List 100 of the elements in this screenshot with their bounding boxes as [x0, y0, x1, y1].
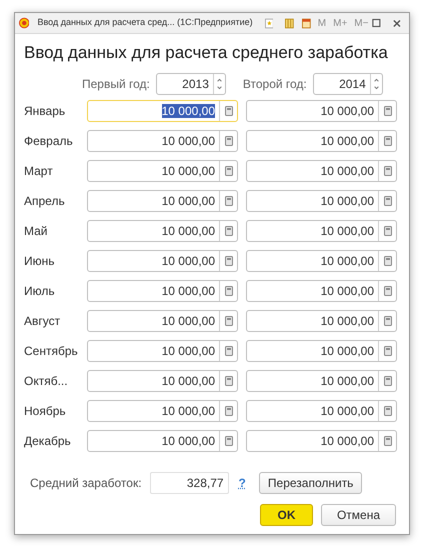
- month-label: Декабрь: [24, 433, 72, 450]
- calculator-icon[interactable]: [224, 376, 232, 386]
- calculator-icon[interactable]: [224, 346, 232, 356]
- amount-value: 10 000,00: [320, 164, 374, 178]
- amount-value: 10 000,00: [162, 344, 215, 358]
- calculator-icon[interactable]: [384, 106, 392, 116]
- year-label: Второй год:: [242, 76, 307, 93]
- table-icon[interactable]: [285, 18, 294, 28]
- calculator-icon[interactable]: [384, 406, 392, 416]
- calculator-icon[interactable]: [384, 196, 392, 206]
- amount-value: 10 000,00: [320, 404, 374, 418]
- amount-value: 10 000,00: [320, 134, 374, 148]
- calculator-icon[interactable]: [224, 406, 232, 416]
- amount-value: 10 000,00: [162, 104, 215, 118]
- calculator-icon[interactable]: [224, 256, 232, 266]
- calculator-icon[interactable]: [384, 436, 392, 446]
- month-label: Февраль: [24, 133, 74, 150]
- help-link[interactable]: ?: [238, 474, 246, 492]
- amount-value: 10 000,00: [162, 404, 215, 418]
- amount-value: 10 000,00: [162, 224, 215, 238]
- year-spin-field[interactable]: 2013: [156, 73, 226, 95]
- amount-value: 10 000,00: [320, 224, 374, 238]
- amount-field[interactable]: 10 000,00: [87, 190, 238, 212]
- ok-button[interactable]: OK: [260, 504, 313, 526]
- month-label: Июнь: [24, 253, 56, 270]
- average-label: Средний заработок:: [30, 475, 142, 492]
- amount-value: 10 000,00: [162, 434, 215, 448]
- amount-field[interactable]: 10 000,00: [87, 400, 238, 422]
- amount-field[interactable]: 10 000,00: [87, 370, 238, 392]
- year-value: 2014: [338, 76, 367, 93]
- amount-field[interactable]: 10 000,00: [246, 220, 397, 242]
- amount-value: 10 000,00: [162, 374, 215, 388]
- month-label: Январь: [24, 103, 66, 120]
- calculator-icon[interactable]: [224, 106, 232, 116]
- month-label: Октяб...: [24, 373, 69, 390]
- calculator-icon[interactable]: [384, 226, 392, 236]
- calculator-icon[interactable]: [224, 136, 232, 146]
- year-label: Первый год:: [82, 76, 150, 93]
- amount-field[interactable]: 10 000,00: [87, 280, 238, 302]
- calculator-icon[interactable]: [384, 346, 392, 356]
- month-label: Март: [24, 163, 54, 180]
- app-logo-icon: [19, 17, 30, 29]
- amount-field[interactable]: 10 000,00: [87, 130, 238, 152]
- calculator-icon[interactable]: [224, 316, 232, 326]
- month-label: Июль: [24, 283, 56, 300]
- year-spin-field[interactable]: 2014: [312, 73, 383, 95]
- amount-value: 10 000,00: [162, 284, 215, 298]
- calculator-icon[interactable]: [224, 226, 232, 236]
- calendar-icon[interactable]: [302, 18, 311, 28]
- amount-field[interactable]: 10 000,00: [87, 220, 238, 242]
- amount-value: 10 000,00: [320, 434, 374, 448]
- amount-value: 10 000,00: [320, 104, 374, 118]
- calculator-icon[interactable]: [384, 376, 392, 386]
- favorite-icon[interactable]: [264, 18, 274, 28]
- amount-field[interactable]: 10 000,00: [246, 160, 397, 182]
- amount-field[interactable]: 10 000,00: [246, 370, 397, 392]
- month-label: Сентябрь: [24, 343, 79, 360]
- amount-field[interactable]: 10 000,00: [87, 310, 238, 332]
- month-label: Апрель: [24, 193, 66, 210]
- calculator-icon[interactable]: [224, 196, 232, 206]
- month-label: Ноябрь: [24, 403, 67, 420]
- amount-field[interactable]: 10 000,00: [246, 190, 397, 212]
- amount-field[interactable]: 10 000,00: [246, 340, 397, 362]
- amount-value: 10 000,00: [320, 344, 374, 358]
- calculator-icon[interactable]: [224, 436, 232, 446]
- cancel-button[interactable]: Отмена: [321, 504, 396, 526]
- amount-field[interactable]: 10 000,00: [246, 250, 397, 272]
- amount-field[interactable]: 10 000,00: [246, 400, 397, 422]
- maximize-icon[interactable]: [372, 18, 382, 28]
- average-value: 328,77: [186, 475, 224, 492]
- refill-button[interactable]: Перезаполнить: [258, 472, 362, 494]
- amount-value: 10 000,00: [320, 314, 374, 328]
- amount-value: 10 000,00: [320, 374, 374, 388]
- amount-field[interactable]: 10 000,00: [246, 430, 397, 452]
- amount-field[interactable]: 10 000,00: [246, 100, 397, 122]
- calculator-icon[interactable]: [384, 286, 392, 296]
- calculator-icon[interactable]: [384, 256, 392, 266]
- amount-field[interactable]: 10 000,00: [246, 310, 397, 332]
- amount-field[interactable]: 10 000,00: [246, 280, 397, 302]
- amount-field[interactable]: 10 000,00: [246, 130, 397, 152]
- close-icon[interactable]: [393, 18, 402, 28]
- amount-value: 10 000,00: [320, 254, 374, 268]
- form-heading: Ввод данных для расчета среднего заработка: [24, 42, 389, 64]
- calculator-icon[interactable]: [384, 136, 392, 146]
- calculator-icon[interactable]: [224, 286, 232, 296]
- amount-field[interactable]: 10 000,00: [87, 430, 238, 452]
- amount-value: 10 000,00: [162, 134, 215, 148]
- amount-field[interactable]: 10 000,00: [87, 250, 238, 272]
- window-title: Ввод данных для расчета сред... (1С:Предприятие): [37, 16, 253, 30]
- calculator-icon[interactable]: [224, 166, 232, 176]
- year-value: 2013: [181, 76, 210, 93]
- amount-field[interactable]: 10 000,00: [87, 340, 238, 362]
- calculator-icon[interactable]: [384, 166, 392, 176]
- amount-field[interactable]: 10 000,00: [87, 100, 238, 122]
- month-label: Август: [24, 313, 62, 330]
- calculator-icon[interactable]: [384, 316, 392, 326]
- amount-value: 10 000,00: [162, 194, 215, 208]
- month-label: Май: [24, 223, 49, 240]
- amount-value: 10 000,00: [162, 314, 215, 328]
- amount-field[interactable]: 10 000,00: [87, 160, 238, 182]
